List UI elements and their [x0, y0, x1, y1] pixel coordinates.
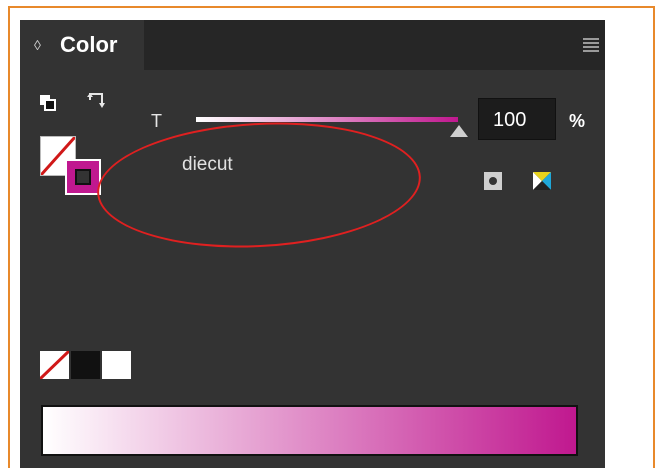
- collapse-arrows-icon[interactable]: ◊: [34, 20, 41, 70]
- tab-color-label: Color: [60, 32, 118, 57]
- black-swatch[interactable]: [71, 351, 100, 379]
- tint-slider-track[interactable]: [196, 117, 458, 122]
- tint-label: T: [151, 111, 162, 131]
- none-slash-icon: [40, 351, 69, 379]
- spot-color-mode-icon[interactable]: [484, 172, 502, 190]
- color-panel: ◊ Color T 100 % diecut: [20, 20, 605, 468]
- none-color-swatch[interactable]: [40, 351, 69, 379]
- tab-color[interactable]: ◊ Color: [20, 20, 144, 70]
- swap-fill-stroke-icon[interactable]: [86, 92, 108, 112]
- tint-value-field[interactable]: 100: [478, 98, 556, 140]
- default-fill-stroke-icon[interactable]: [39, 94, 57, 112]
- tint-slider-thumb[interactable]: [450, 125, 468, 137]
- stroke-swatch[interactable]: [65, 159, 101, 195]
- annotation-ellipse: [93, 114, 425, 256]
- white-swatch[interactable]: [102, 351, 131, 379]
- panel-header: ◊ Color: [20, 20, 605, 70]
- color-ramp[interactable]: [41, 405, 578, 456]
- cmyk-mode-icon[interactable]: [533, 172, 551, 190]
- stroke-swatch-inner: [75, 169, 91, 185]
- panel-menu-icon[interactable]: [583, 38, 599, 52]
- tint-percent-sign: %: [569, 111, 586, 131]
